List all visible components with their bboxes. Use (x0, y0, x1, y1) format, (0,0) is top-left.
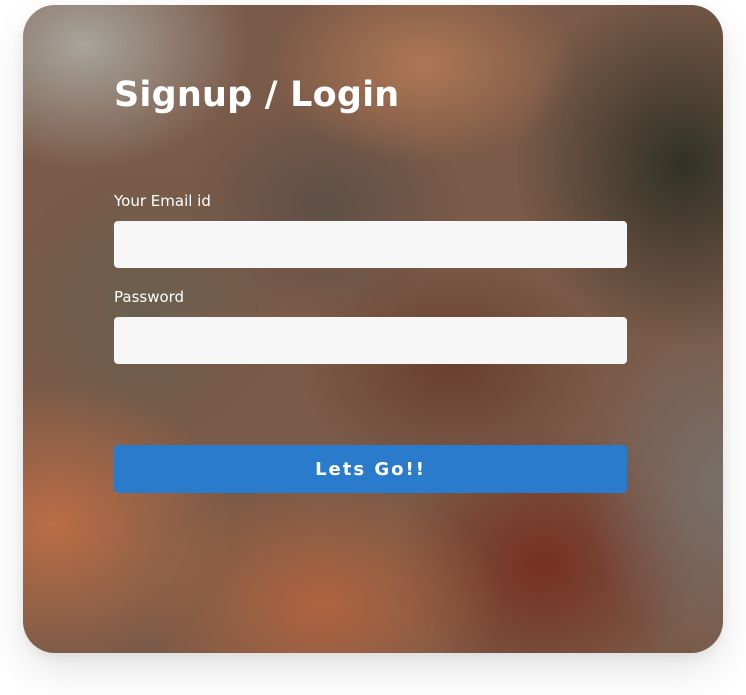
submit-button[interactable]: Lets Go!! (114, 445, 627, 493)
email-label: Your Email id (114, 192, 211, 210)
email-field[interactable] (114, 221, 627, 268)
page-title: Signup / Login (114, 75, 400, 115)
login-card: Signup / Login Your Email id Password Le… (23, 5, 723, 653)
password-label: Password (114, 288, 185, 306)
password-field[interactable] (114, 317, 627, 364)
